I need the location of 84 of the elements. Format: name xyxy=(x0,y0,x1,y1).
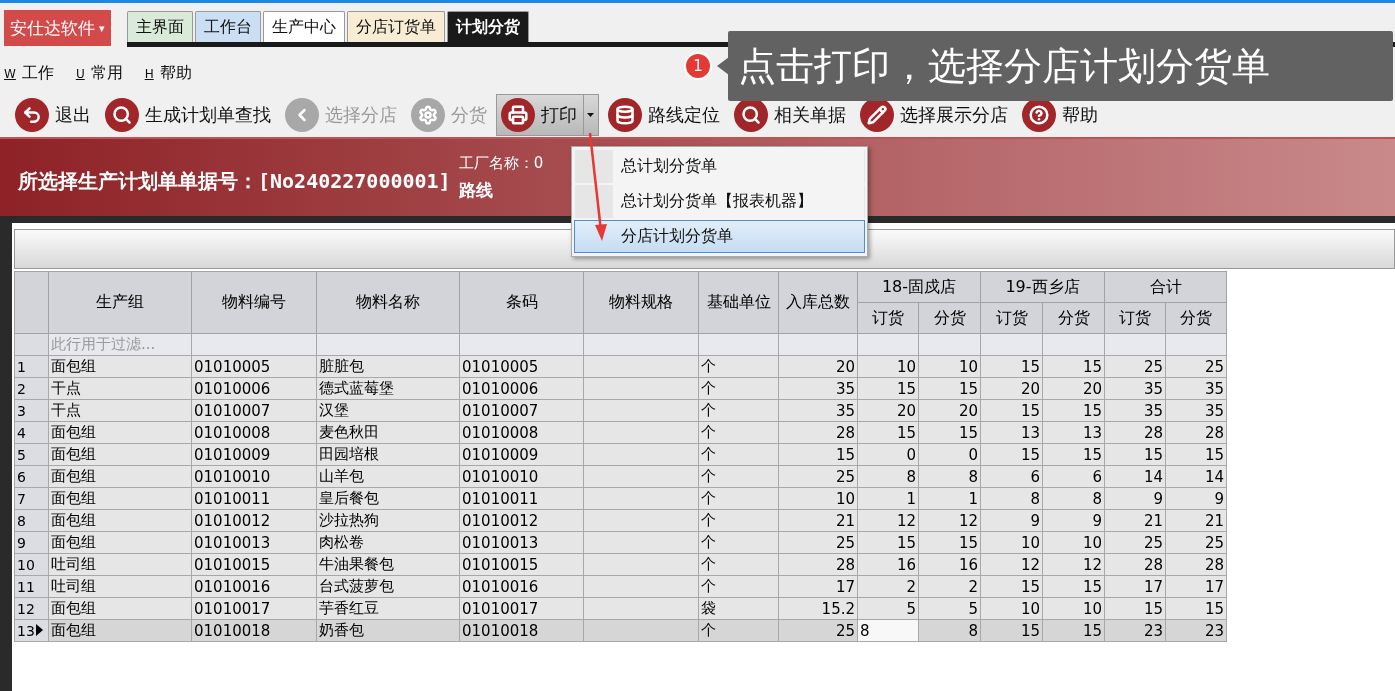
menu-item[interactable]: 分店计划分货单 xyxy=(574,220,865,253)
tab[interactable]: 分店订货单 xyxy=(346,11,445,42)
column-header[interactable]: 物料名称 xyxy=(316,271,460,334)
row-number: 3 xyxy=(14,399,49,422)
row-number: 13 xyxy=(14,619,49,642)
column-header[interactable]: 订货 xyxy=(980,302,1043,334)
table-cell: 芋香红豆 xyxy=(316,597,460,620)
table-cell: 干点 xyxy=(48,377,192,400)
table-cell: 德式蓝莓堡 xyxy=(316,377,460,400)
table-cell: 山羊包 xyxy=(316,465,460,488)
route-label: 路线 xyxy=(458,178,494,202)
row-number: 9 xyxy=(14,531,49,554)
menu-item[interactable]: H 帮助 xyxy=(144,62,192,84)
row-number: 1 xyxy=(14,355,49,378)
row-number: 5 xyxy=(14,443,49,466)
table-cell: 干点 xyxy=(48,399,192,422)
order-number-title: 所选择生产计划单单据号：[No240227000001] xyxy=(18,168,451,195)
table-cell: 面包组 xyxy=(48,355,192,378)
row-number: 8 xyxy=(14,509,49,532)
brand-menu-button[interactable]: 安仕达软件 ▾ xyxy=(4,10,111,46)
column-header[interactable]: 分货 xyxy=(1042,302,1105,334)
column-header[interactable]: 物料规格 xyxy=(583,271,699,334)
column-header[interactable]: 入库总数 xyxy=(778,271,858,334)
row-number: 2 xyxy=(14,377,49,400)
table-cell: 面包组 xyxy=(48,619,192,642)
search-icon xyxy=(105,98,139,132)
column-group-header: 合计 xyxy=(1104,271,1227,303)
table-cell: 面包组 xyxy=(48,421,192,444)
tab[interactable]: 主界面 xyxy=(126,11,193,42)
table-cell: 面包组 xyxy=(48,487,192,510)
callout-tooltip: 点击打印，选择分店计划分货单 xyxy=(728,31,1393,101)
column-header[interactable]: 基础单位 xyxy=(698,271,779,334)
column-group-header: 18-固戍店 xyxy=(857,271,981,303)
table-cell: 面包组 xyxy=(48,465,192,488)
table-cell: 奶香包 xyxy=(316,619,460,642)
table-cell: 沙拉热狗 xyxy=(316,509,460,532)
column-header[interactable]: 分货 xyxy=(918,302,981,334)
menu-item[interactable]: 总计划分货单【报表机器】 xyxy=(574,185,865,218)
tab[interactable]: 计划分货 xyxy=(446,11,529,42)
table-cell: 面包组 xyxy=(48,509,192,532)
row-number: 12 xyxy=(14,597,49,620)
database-icon xyxy=(608,98,642,132)
table-cell: 面包组 xyxy=(48,597,192,620)
table-cell: 面包组 xyxy=(48,443,192,466)
table-cell: 田园培根 xyxy=(316,443,460,466)
column-header[interactable]: 条码 xyxy=(459,271,584,334)
menu-item[interactable]: U 常用 xyxy=(75,62,123,84)
column-header[interactable]: 生产组 xyxy=(48,271,192,334)
toolbar-button[interactable]: 退出 xyxy=(10,94,96,136)
row-number: 10 xyxy=(14,553,49,576)
table-cell: 牛油果餐包 xyxy=(316,553,460,576)
chevron-left-icon xyxy=(285,98,319,132)
row-number: 11 xyxy=(14,575,49,598)
factory-name: 工厂名称：0 xyxy=(458,153,544,173)
menu-item[interactable]: W 工作 xyxy=(4,62,54,84)
row-number: 7 xyxy=(14,487,49,510)
printer-icon xyxy=(501,98,535,132)
tab[interactable]: 生产中心 xyxy=(262,11,345,42)
row-number: 4 xyxy=(14,421,49,444)
column-header[interactable]: 分货 xyxy=(1165,302,1227,334)
table-cell: 肉松卷 xyxy=(316,531,460,554)
column-header[interactable]: 订货 xyxy=(1104,302,1166,334)
table-cell: 面包组 xyxy=(48,531,192,554)
row-pointer-icon xyxy=(35,623,43,636)
column-group-header: 19-西乡店 xyxy=(980,271,1105,303)
row-number: 6 xyxy=(14,465,49,488)
table-cell: 皇后餐包 xyxy=(316,487,460,510)
filter-field[interactable] xyxy=(316,333,460,356)
table-cell: 麦色秋田 xyxy=(316,421,460,444)
table-cell: 吐司组 xyxy=(48,553,192,576)
table-cell: 脏脏包 xyxy=(316,355,460,378)
table-cell: 汉堡 xyxy=(316,399,460,422)
menu-item[interactable]: 总计划分货单 xyxy=(574,150,865,183)
table-cell: 台式菠萝包 xyxy=(316,575,460,598)
table-cell: 吐司组 xyxy=(48,575,192,598)
caret-icon[interactable] xyxy=(583,95,594,135)
toolbar-button[interactable]: 打印 xyxy=(496,94,599,136)
column-header[interactable]: 订货 xyxy=(857,302,919,334)
column-header[interactable]: 物料编号 xyxy=(191,271,317,334)
toolbar-button[interactable]: 生成计划单查找 xyxy=(100,94,276,136)
toolbar-button[interactable]: 路线定位 xyxy=(603,94,725,136)
step-badge: 1 xyxy=(684,52,712,80)
tab[interactable]: 工作台 xyxy=(194,11,261,42)
gear-icon xyxy=(411,98,445,132)
